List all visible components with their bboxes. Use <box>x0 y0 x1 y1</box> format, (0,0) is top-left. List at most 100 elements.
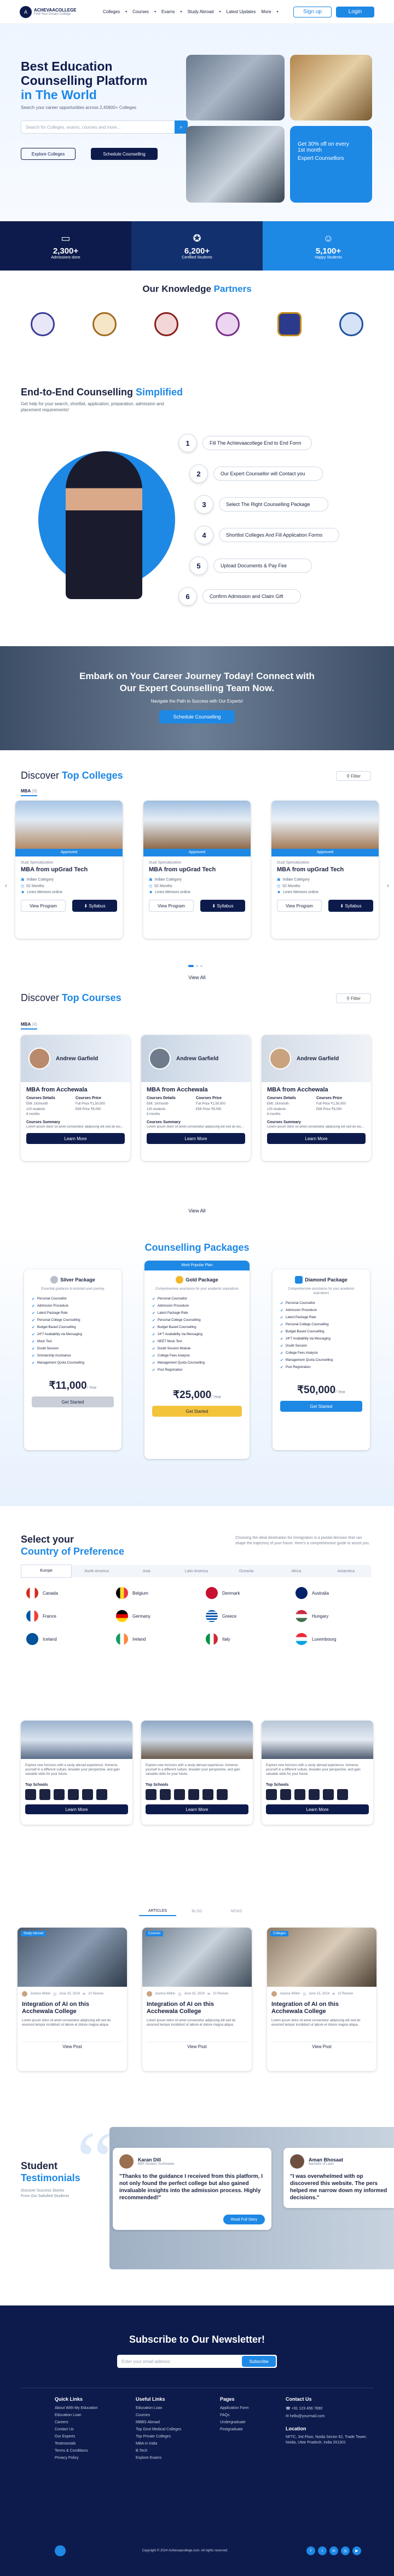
footer-link[interactable]: B.Tech <box>136 2449 181 2453</box>
footer-link[interactable]: FAQs <box>220 2413 249 2417</box>
newsletter-email-input[interactable]: Enter your email address <box>117 2359 242 2364</box>
chevron-left-icon[interactable]: ‹ <box>2 882 10 889</box>
learn-more-button[interactable]: Learn More <box>267 1133 366 1144</box>
footer-link[interactable]: Contact Us <box>55 2428 98 2431</box>
footer-link[interactable]: Privacy Policy <box>55 2456 98 2460</box>
tab-blog[interactable]: BLOG <box>178 1907 216 1916</box>
footer-link[interactable]: Courses <box>136 2413 181 2417</box>
footer-link[interactable]: MBBS Abroad <box>136 2420 181 2424</box>
country-belgium[interactable]: Belgium <box>116 1587 148 1599</box>
syllabus-button[interactable]: ⬇ Syllabus <box>328 900 373 912</box>
country-ireland[interactable]: Ireland <box>116 1633 146 1645</box>
view-post-button[interactable]: View Post <box>271 2042 372 2051</box>
tab-asia[interactable]: Asia <box>121 1569 171 1573</box>
logo[interactable]: A ACHEVAACOLLEGE Find Your Dream College <box>20 5 96 18</box>
learn-more-button[interactable]: Learn More <box>25 1804 128 1814</box>
silver-get-started-button[interactable]: Get Started <box>32 1396 114 1407</box>
colleges-filter-button[interactable]: ⚲ Filter <box>336 771 371 781</box>
footer-link[interactable]: Top Private Colleges <box>136 2435 181 2439</box>
dot[interactable] <box>200 965 202 967</box>
footer-link[interactable]: Explore Exams <box>136 2456 181 2460</box>
colleges-tab-mba[interactable]: MBA (8) <box>21 789 37 796</box>
country-germany[interactable]: Germany <box>116 1610 150 1622</box>
linkedin-icon[interactable]: in <box>329 2546 338 2555</box>
explore-colleges-button[interactable]: Explore Colleges <box>21 148 76 160</box>
country-greece[interactable]: Greece <box>206 1610 236 1622</box>
college-name: MBA from upGrad Tech <box>21 866 88 873</box>
learn-more-button[interactable]: Learn More <box>266 1804 369 1814</box>
syllabus-button[interactable]: ⬇ Syllabus <box>200 900 245 912</box>
footer-link[interactable]: Postgraduate <box>220 2428 249 2431</box>
blog-title-line1: Integration of AI on this <box>147 2001 215 2008</box>
courses-filter-button[interactable]: ⚲ Filter <box>336 993 371 1003</box>
footer-link[interactable]: Our Experts <box>55 2435 98 2439</box>
gold-get-started-button[interactable]: Get Started <box>152 1406 242 1417</box>
youtube-icon[interactable]: ▶ <box>352 2546 361 2555</box>
chevron-right-icon[interactable]: › <box>384 882 392 889</box>
footer-link[interactable]: Undergraduate <box>220 2420 249 2424</box>
course-name: MBA from Acchewala <box>26 1086 88 1093</box>
country-australia[interactable]: Australia <box>296 1587 329 1599</box>
cta-schedule-button[interactable]: Schedule Counselling <box>159 710 235 723</box>
tab-africa[interactable]: Africa <box>271 1569 321 1573</box>
nav-link-latest-updates[interactable]: Latest Updates <box>227 9 256 14</box>
tab-antarctica[interactable]: Antarctica <box>321 1569 371 1573</box>
colleges-view-all-link[interactable]: View All <box>0 975 394 980</box>
feature: 24*7 Availability via Messaging <box>157 1333 202 1336</box>
footer-link[interactable]: Education Loan <box>136 2406 181 2410</box>
tab-latin-america[interactable]: Latin America <box>171 1569 221 1573</box>
learn-more-button[interactable]: Learn More <box>26 1133 125 1144</box>
footer-link[interactable]: Careers <box>55 2420 98 2424</box>
country-iceland[interactable]: Iceland <box>26 1633 57 1645</box>
view-post-button[interactable]: View Post <box>147 2042 247 2051</box>
read-full-story-button[interactable]: Read Full Story <box>223 2215 265 2224</box>
subscribe-button[interactable]: Subscribe <box>242 2356 276 2367</box>
dot[interactable] <box>196 965 198 967</box>
footer-logo[interactable] <box>55 2545 66 2556</box>
courses-view-all-link[interactable]: View All <box>0 1208 394 1214</box>
nav-link-study-abroad[interactable]: Study Abroad <box>187 9 213 14</box>
tab-north-america[interactable]: North America <box>72 1569 121 1573</box>
schedule-counselling-button[interactable]: Schedule Counselling <box>91 148 158 160</box>
footer-link[interactable]: Application Form <box>220 2406 249 2410</box>
nav-link-courses[interactable]: Courses <box>132 9 149 14</box>
country-luxembourg[interactable]: Luxembourg <box>296 1633 336 1645</box>
footer-link[interactable]: Terms & Conditions <box>55 2449 98 2453</box>
search-input[interactable]: Search for Colleges, exams, courses and … <box>21 125 175 130</box>
learn-more-button[interactable]: Learn More <box>147 1133 245 1144</box>
footer-link[interactable]: Top Govt Medical Colleges <box>136 2428 181 2431</box>
login-button[interactable]: Login <box>336 6 374 18</box>
nav-link-colleges[interactable]: Colleges <box>103 9 120 14</box>
footer-link[interactable]: Testimonials <box>55 2442 98 2446</box>
footer-email[interactable]: hello@yourmail.com <box>290 2414 325 2418</box>
view-program-button[interactable]: View Program <box>149 900 194 912</box>
tab-articles[interactable]: ARTICLES <box>139 1907 176 1916</box>
diamond-get-started-button[interactable]: Get Started <box>280 1401 362 1412</box>
nav-link-more[interactable]: More <box>261 9 271 14</box>
dot-active[interactable] <box>188 965 194 967</box>
nav-link-exams[interactable]: Exams <box>161 9 175 14</box>
twitter-icon[interactable]: t <box>318 2546 327 2555</box>
country-hungary[interactable]: Hungary <box>296 1610 328 1622</box>
footer-link[interactable]: MBA in India <box>136 2442 181 2446</box>
destination-photo <box>21 1721 132 1759</box>
footer-phone[interactable]: +91 123 456 7890 <box>292 2407 323 2411</box>
view-post-button[interactable]: View Post <box>22 2042 123 2051</box>
view-program-button[interactable]: View Program <box>21 900 66 912</box>
country-denmark[interactable]: Denmark <box>206 1587 240 1599</box>
footer-link[interactable]: Education Loan <box>55 2413 98 2417</box>
courses-tab-mba[interactable]: MBA (4) <box>21 1022 37 1030</box>
tab-europe[interactable]: Europe <box>21 1565 72 1578</box>
tab-news[interactable]: NEWS <box>218 1907 255 1916</box>
view-program-button[interactable]: View Program <box>277 900 322 912</box>
country-france[interactable]: France <box>26 1610 56 1622</box>
footer-link[interactable]: About With My Education <box>55 2406 98 2410</box>
country-italy[interactable]: Italy <box>206 1633 230 1645</box>
country-canada[interactable]: Canada <box>26 1587 58 1599</box>
syllabus-button[interactable]: ⬇ Syllabus <box>72 900 117 912</box>
learn-more-button[interactable]: Learn More <box>146 1804 248 1814</box>
tab-oceania[interactable]: Oceania <box>222 1569 271 1573</box>
facebook-icon[interactable]: f <box>306 2546 315 2555</box>
instagram-icon[interactable]: ◎ <box>341 2546 350 2555</box>
signup-button[interactable]: Sign up <box>293 6 332 18</box>
